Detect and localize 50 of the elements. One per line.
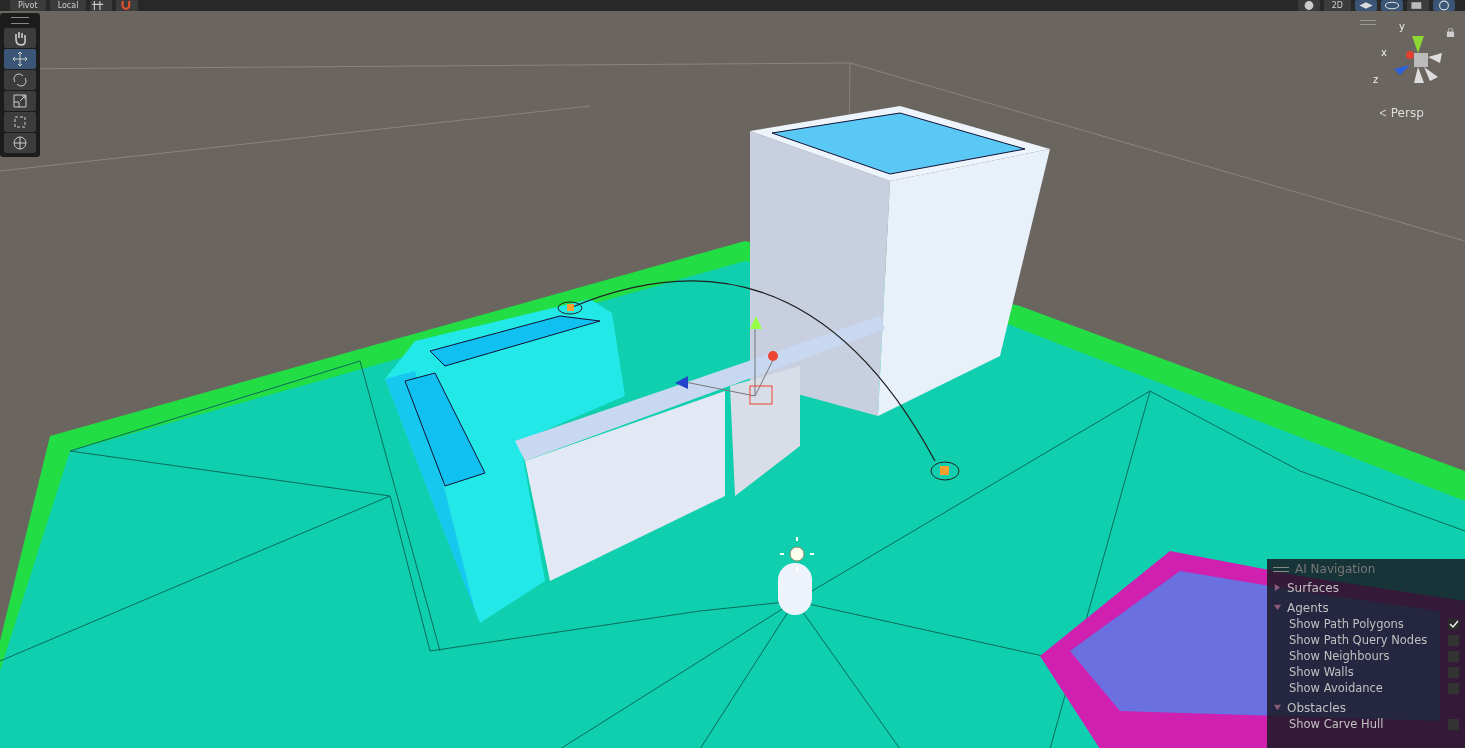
layers-icon[interactable] (1355, 0, 1377, 11)
checkbox[interactable] (1448, 618, 1459, 630)
expanded-arrow-icon[interactable] (1273, 703, 1282, 712)
toolbar-toggle[interactable]: 2D (1323, 0, 1351, 11)
transform-tool-button[interactable] (4, 133, 36, 153)
drag-handle-icon[interactable] (11, 17, 29, 24)
checkbox[interactable] (1448, 634, 1459, 646)
rect-icon (12, 114, 28, 130)
toolbar-dropdown[interactable]: Pivot (10, 0, 46, 11)
axis-label: y (1399, 21, 1405, 32)
panel-title: AI Navigation (1295, 562, 1376, 576)
collapsed-arrow-icon[interactable] (1273, 583, 1282, 592)
section-header[interactable]: Obstacles (1287, 700, 1346, 715)
option-label: Show Carve Hull (1289, 717, 1384, 731)
magnet-icon[interactable] (116, 0, 139, 11)
move-icon (12, 51, 28, 67)
lock-icon[interactable] (1446, 28, 1455, 37)
option-label: Show Path Query Nodes (1289, 633, 1428, 647)
rotate-tool-button[interactable] (4, 70, 36, 90)
checkbox[interactable] (1448, 682, 1459, 694)
toolbar-dropdown[interactable]: Local (49, 0, 87, 11)
light-icon (779, 536, 815, 572)
grid-icon[interactable] (90, 0, 113, 11)
checkbox[interactable] (1448, 650, 1459, 662)
section-header[interactable]: Agents (1287, 600, 1329, 615)
scale-icon (12, 93, 28, 109)
option-label: Show Walls (1289, 665, 1354, 679)
start-marker-icon (557, 301, 583, 315)
option-label: Show Avoidance (1289, 681, 1383, 695)
target-marker-icon (930, 461, 960, 481)
checkbox[interactable] (1448, 718, 1459, 730)
drag-handle-icon[interactable] (1273, 566, 1289, 572)
rotate-icon (12, 72, 28, 88)
axis-label: z (1373, 74, 1379, 85)
expanded-arrow-icon[interactable] (1273, 603, 1282, 612)
rect-tool-button[interactable] (4, 112, 36, 132)
hand-tool-button[interactable] (4, 28, 36, 48)
projection-toggle[interactable]: Persp (1379, 106, 1424, 120)
axis-label: x (1381, 47, 1387, 58)
transform-icon (12, 135, 28, 151)
option-label: Show Path Polygons (1289, 617, 1404, 631)
drag-handle-icon[interactable] (1360, 20, 1376, 25)
scale-tool-button[interactable] (4, 91, 36, 111)
move-tool-button[interactable] (4, 49, 36, 69)
chevron-icon (1379, 109, 1387, 117)
move-gizmo-drawing[interactable] (675, 316, 778, 405)
hand-icon (12, 30, 28, 46)
option-label: Show Neighbours (1289, 649, 1390, 663)
checkbox[interactable] (1448, 666, 1459, 678)
section-header[interactable]: Surfaces (1287, 580, 1339, 595)
